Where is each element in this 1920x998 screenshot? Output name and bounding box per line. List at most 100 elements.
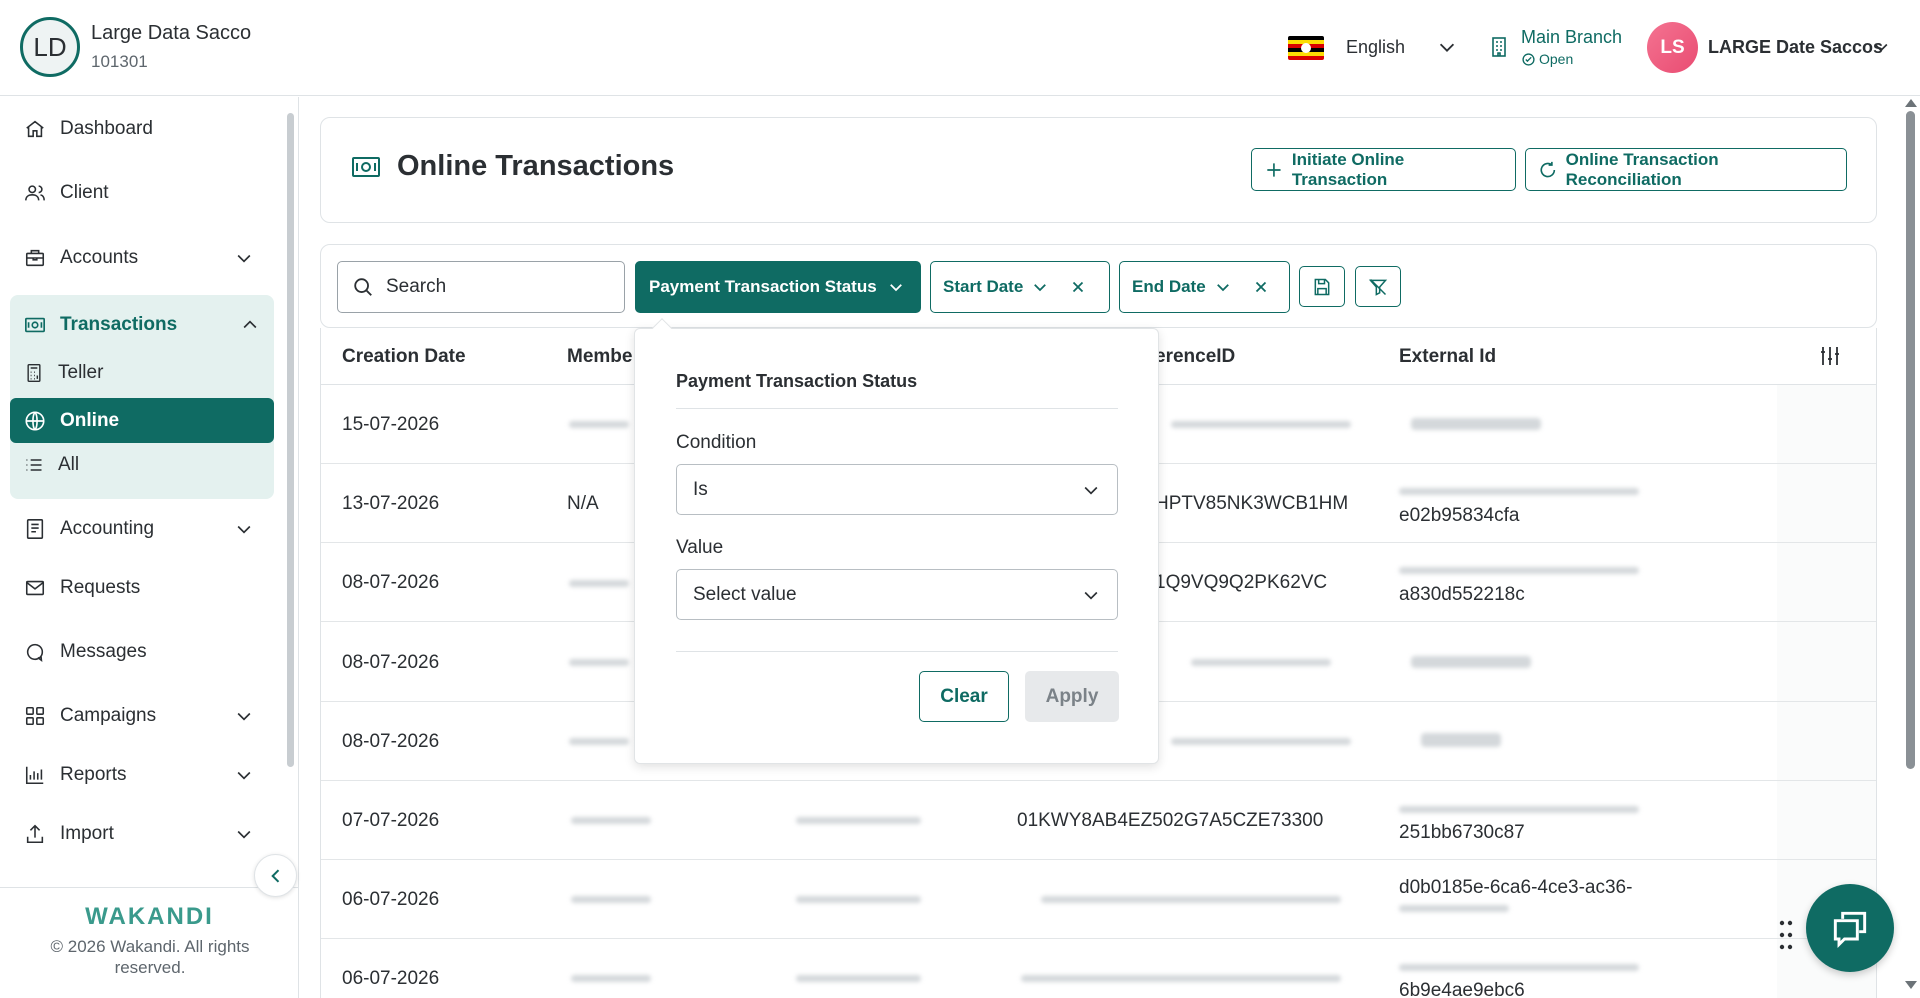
sidebar-item-requests[interactable]: Requests [24, 568, 264, 608]
blurred-cell [1411, 656, 1531, 668]
blurred-cell [569, 738, 629, 745]
initiate-online-transaction-button[interactable]: Initiate Online Transaction [1251, 148, 1516, 191]
scroll-up-arrow-icon[interactable] [1905, 99, 1917, 107]
cell-creation-date: 06-07-2026 [342, 968, 440, 989]
chevron-down-icon[interactable] [234, 824, 254, 844]
scroll-down-arrow-icon[interactable] [1905, 981, 1917, 989]
cell-creation-date: 15-07-2026 [342, 414, 440, 435]
sidebar-item-label: Reports [60, 764, 127, 785]
column-header-member[interactable]: Membe [567, 346, 632, 368]
close-icon[interactable] [1069, 278, 1087, 296]
cell-reference-id: 1Q9VQ9Q2PK62VC [1155, 572, 1328, 593]
ledger-icon [26, 519, 44, 539]
payment-transaction-status-filter[interactable]: Payment Transaction Status [635, 261, 921, 313]
start-date-filter[interactable]: Start Date [930, 261, 1110, 313]
save-filter-button[interactable] [1299, 266, 1345, 307]
sidebar-item-transactions[interactable]: Transactions [24, 305, 264, 345]
column-header-external-id[interactable]: External Id [1399, 346, 1496, 368]
value-placeholder: Select value [693, 583, 797, 605]
scrollbar-thumb[interactable] [1906, 111, 1915, 769]
sidebar-item-client[interactable]: Client [24, 173, 264, 213]
sidebar-item-accounting[interactable]: Accounting [24, 509, 264, 549]
sidebar-item-label: Import [60, 823, 114, 844]
chevron-down-icon[interactable] [234, 519, 254, 539]
chevron-left-icon [270, 868, 279, 883]
cash-icon [25, 317, 45, 333]
page-title: Online Transactions [397, 150, 675, 182]
sidebar-item-reports[interactable]: Reports [24, 755, 264, 795]
column-settings-icon[interactable] [1818, 344, 1842, 368]
column-header-reference-id[interactable]: erenceID [1155, 346, 1235, 368]
blurred-cell [796, 817, 921, 824]
apply-button[interactable]: Apply [1025, 671, 1119, 722]
cell-reference-id: HPTV85NK3WCB1HM [1155, 493, 1349, 514]
cell-reference-id: 01KWY8AB4EZ502G7A5CZE73300 [1017, 810, 1324, 831]
home-icon [26, 120, 44, 138]
cell-creation-date: 08-07-2026 [342, 731, 440, 752]
chat-support-button[interactable] [1806, 884, 1894, 972]
sidebar-item-label: Client [60, 182, 109, 203]
search-icon [354, 278, 372, 296]
org-avatar[interactable]: LD [20, 17, 80, 77]
sidebar-subitem-teller[interactable]: Teller [24, 353, 260, 393]
calculator-icon [27, 363, 41, 383]
transactions-group: Transactions Teller Online All [10, 295, 274, 499]
end-date-filter[interactable]: End Date [1119, 261, 1290, 313]
sidebar-item-messages[interactable]: Messages [24, 632, 264, 672]
cell-creation-date: 07-07-2026 [342, 810, 440, 831]
sidebar-scrollbar[interactable] [287, 113, 294, 767]
language-selector[interactable]: English [1346, 37, 1405, 58]
chat-icon [26, 643, 44, 662]
search-input[interactable] [386, 276, 616, 298]
sidebar-subitem-online[interactable]: Online [10, 398, 274, 443]
sidebar-item-label: Dashboard [60, 118, 153, 139]
sidebar-item-dashboard[interactable]: Dashboard [24, 109, 264, 149]
user-avatar[interactable]: LS [1647, 22, 1698, 73]
sidebar-item-import[interactable]: Import [24, 814, 264, 854]
branch-status-label: Open [1539, 51, 1574, 67]
uganda-flag-icon[interactable] [1288, 36, 1324, 60]
search-box[interactable] [337, 261, 625, 313]
online-transaction-reconciliation-button[interactable]: Online Transaction Reconciliation [1525, 148, 1847, 191]
condition-select[interactable]: Is [676, 464, 1118, 515]
chevron-down-icon[interactable] [234, 765, 254, 785]
chevron-up-icon[interactable] [240, 315, 260, 335]
branch-name[interactable]: Main Branch [1521, 27, 1622, 48]
blurred-cell [1421, 733, 1501, 747]
condition-label: Condition [676, 432, 757, 453]
blurred-cell [796, 975, 921, 982]
chevron-down-icon[interactable] [1871, 37, 1891, 57]
initiate-label: Initiate Online Transaction [1291, 149, 1405, 189]
sidebar-item-label: Messages [60, 641, 147, 662]
clear-filters-button[interactable] [1355, 266, 1401, 307]
chevron-down-icon [1216, 284, 1229, 292]
clear-button[interactable]: Clear [919, 671, 1009, 722]
sidebar-item-campaigns[interactable]: Campaigns [24, 696, 264, 736]
chevron-down-icon [1034, 284, 1047, 292]
page-scrollbar[interactable] [1900, 97, 1920, 998]
cell-creation-date: 08-07-2026 [342, 652, 440, 673]
condition-value: Is [693, 478, 708, 500]
filter-off-icon [1368, 278, 1388, 296]
blurred-cell [1171, 421, 1351, 428]
close-icon[interactable] [1252, 278, 1270, 296]
column-header-creation-date[interactable]: Creation Date [342, 346, 466, 368]
cell-creation-date: 13-07-2026 [342, 493, 440, 514]
chevron-down-icon[interactable] [1436, 36, 1458, 58]
value-select[interactable]: Select value [676, 569, 1118, 620]
user-name[interactable]: LARGE Date Saccos [1708, 37, 1883, 58]
cell-creation-date: 06-07-2026 [342, 889, 440, 910]
sidebar-item-label: Teller [58, 362, 104, 383]
drag-handle-icon[interactable] [1779, 920, 1793, 950]
sidebar: Dashboard Client Accounts Transactions T… [0, 97, 299, 998]
sidebar-item-accounts[interactable]: Accounts [24, 238, 264, 278]
sidebar-subitem-all[interactable]: All [24, 445, 260, 485]
top-header: LD Large Data Sacco 101301 English Main … [0, 0, 1920, 96]
chevron-down-icon[interactable] [234, 706, 254, 726]
cell-member: N/A [567, 493, 599, 514]
chevron-down-icon[interactable] [234, 248, 254, 268]
wakandi-logo: WAKANDI [85, 903, 214, 930]
chat-bubbles-icon [1833, 911, 1867, 949]
org-name: Large Data Sacco [91, 22, 252, 44]
collapse-sidebar-button[interactable] [254, 854, 297, 897]
